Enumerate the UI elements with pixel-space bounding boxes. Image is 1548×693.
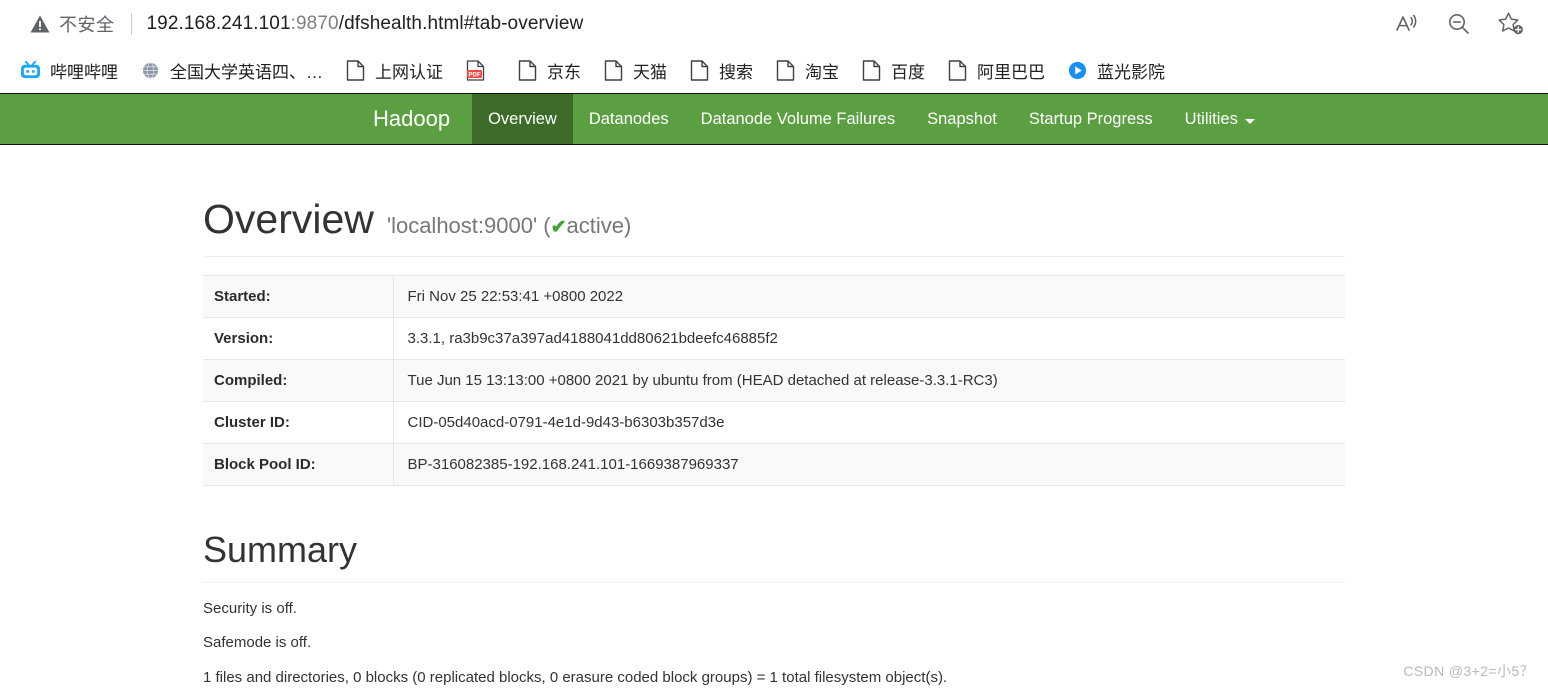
pdf-icon: PDF: [465, 59, 486, 81]
tab-utilities[interactable]: Utilities: [1169, 94, 1271, 144]
bookmark-label: 搜索: [719, 62, 753, 82]
address-bar[interactable]: 不安全 192.168.241.101:9870/dfshealth.html#…: [12, 2, 1408, 46]
add-favorite-button[interactable]: [1496, 9, 1526, 39]
hadoop-navbar: Hadoop Overview Datanodes Datanode Volum…: [0, 93, 1548, 145]
bookmark-label: 京东: [547, 62, 581, 82]
check-icon: ✔: [550, 217, 567, 238]
brand-label: Hadoop: [373, 106, 451, 131]
tab-datanode-volume-failures-label: Datanode Volume Failures: [700, 109, 896, 128]
bookmark-item[interactable]: 全国大学英语四、…: [129, 54, 334, 87]
page-icon: [345, 59, 366, 81]
page-icon: [947, 59, 968, 81]
overview-state-label: active: [566, 213, 625, 238]
browser-actions: [1392, 0, 1538, 48]
bookmark-label: 上网认证: [375, 62, 443, 82]
tab-overview[interactable]: Overview: [472, 94, 573, 144]
tab-startup-progress[interactable]: Startup Progress: [1013, 94, 1169, 144]
row-label: Block Pool ID:: [203, 443, 394, 486]
overview-state-close: ): [624, 213, 632, 238]
bookmark-label: 阿里巴巴: [977, 62, 1045, 82]
security-label: 不安全: [59, 15, 115, 35]
page-icon: [775, 59, 796, 81]
bookmark-item[interactable]: 天猫: [592, 54, 678, 87]
bookmark-item[interactable]: PDF: [454, 56, 506, 85]
tab-snapshot[interactable]: Snapshot: [911, 94, 1013, 144]
bookmark-item[interactable]: 蓝光影院: [1056, 54, 1176, 87]
read-aloud-button[interactable]: [1392, 9, 1422, 39]
overview-header: Overview 'localhost:9000' (✔active): [203, 199, 1345, 257]
zoom-out-icon: [1449, 14, 1469, 34]
site-security-chip[interactable]: 不安全: [30, 11, 115, 37]
bookmark-label: 蓝光影院: [1097, 62, 1165, 82]
bookmark-label: 百度: [891, 62, 925, 82]
summary-line: Safemode is off.: [203, 634, 312, 652]
tab-datanodes[interactable]: Datanodes: [573, 94, 685, 144]
row-label: Cluster ID:: [203, 401, 394, 444]
table-row: Started: Fri Nov 25 22:53:41 +0800 2022: [203, 275, 1345, 318]
play-icon: [1067, 60, 1088, 81]
bookmark-item[interactable]: 百度: [850, 54, 936, 87]
bookmark-label: 全国大学英语四、…: [170, 62, 323, 82]
tab-startup-progress-label: Startup Progress: [1028, 109, 1153, 128]
bookmark-item[interactable]: 阿里巴巴: [936, 54, 1056, 87]
browser-toolbar: 不安全 192.168.241.101:9870/dfshealth.html#…: [0, 0, 1548, 48]
tab-snapshot-label: Snapshot: [927, 109, 997, 128]
tab-datanode-volume-failures[interactable]: Datanode Volume Failures: [685, 94, 911, 144]
table-row: Block Pool ID: BP-316082385-192.168.241.…: [203, 443, 1345, 486]
bookmark-label: 淘宝: [805, 62, 839, 82]
page-title: Overview: [203, 196, 374, 242]
url-text[interactable]: 192.168.241.101:9870/dfshealth.html#tab-…: [147, 13, 584, 35]
row-value: 3.3.1, ra3b9c37a397ad4188041dd80621bdeef…: [407, 330, 778, 347]
row-value: Fri Nov 25 22:53:41 +0800 2022: [407, 288, 624, 305]
row-label: Started:: [203, 275, 394, 318]
bilibili-icon: [20, 60, 41, 81]
tab-utilities-label: Utilities: [1184, 109, 1238, 128]
page-icon: [603, 59, 624, 81]
bookmark-item[interactable]: 哔哩哔哩: [9, 54, 129, 87]
add-favorite-icon: [1498, 12, 1523, 35]
svg-text:PDF: PDF: [469, 72, 481, 78]
table-row: Version: 3.3.1, ra3b9c37a397ad4188041dd8…: [203, 317, 1345, 360]
table-row: Cluster ID: CID-05d40acd-0791-4e1d-9d43-…: [203, 401, 1345, 444]
brand-hadoop[interactable]: Hadoop: [373, 94, 472, 144]
omnibox-divider: [130, 13, 132, 35]
bookmark-label: 哔哩哔哩: [50, 62, 118, 82]
overview-state-open: (: [543, 213, 551, 238]
row-value: CID-05d40acd-0791-4e1d-9d43-b6303b357d3e: [407, 414, 725, 431]
row-label: Compiled:: [203, 359, 394, 402]
bookmark-label: 天猫: [633, 62, 667, 82]
warning-triangle-icon: [30, 15, 50, 33]
url-host: 192.168.241.101: [146, 13, 291, 34]
summary-title: Summary: [203, 530, 1345, 583]
tab-datanodes-label: Datanodes: [588, 109, 669, 128]
row-label: Version:: [203, 317, 394, 360]
summary-line: Heap Memory used 27.06 MB of 48.06 MB He…: [203, 686, 1345, 693]
page-viewport: Hadoop Overview Datanodes Datanode Volum…: [0, 93, 1548, 693]
tab-overview-label: Overview: [488, 109, 557, 128]
bookmark-item[interactable]: 上网认证: [334, 54, 454, 87]
row-value: BP-316082385-192.168.241.101-16693879693…: [407, 456, 739, 473]
read-aloud-icon: [1396, 14, 1417, 31]
globe-icon: [140, 60, 161, 81]
url-port: :9870: [290, 13, 339, 34]
chevron-down-icon: [1244, 118, 1255, 124]
main-content: Overview 'localhost:9000' (✔active) Star…: [203, 145, 1345, 693]
table-row: Compiled: Tue Jun 15 13:13:00 +0800 2021…: [203, 359, 1345, 402]
bookmark-item[interactable]: 搜索: [678, 54, 764, 87]
bookmark-item[interactable]: 淘宝: [764, 54, 850, 87]
summary-line: Security is off.: [203, 599, 297, 617]
overview-subtitle: 'localhost:9000' (✔active): [387, 213, 631, 239]
nav-items: Overview Datanodes Datanode Volume Failu…: [472, 94, 1271, 144]
bookmarks-bar: 哔哩哔哩 全国大学英语四、… 上网认证 PDF 京东 天猫 搜索 淘宝 百度 阿…: [0, 48, 1548, 93]
summary-line: 1 files and directories, 0 blocks (0 rep…: [203, 668, 948, 686]
bookmark-item[interactable]: 京东: [506, 54, 592, 87]
row-value: Tue Jun 15 13:13:00 +0800 2021 by ubuntu…: [407, 372, 998, 389]
page-icon: [689, 59, 710, 81]
page-icon: [517, 59, 538, 81]
page-icon: [861, 59, 882, 81]
overview-table: Started: Fri Nov 25 22:53:41 +0800 2022 …: [203, 275, 1345, 486]
zoom-button[interactable]: [1444, 9, 1474, 39]
overview-host: 'localhost:9000': [386, 213, 538, 238]
url-path: /dfshealth.html#tab-overview: [338, 13, 584, 34]
